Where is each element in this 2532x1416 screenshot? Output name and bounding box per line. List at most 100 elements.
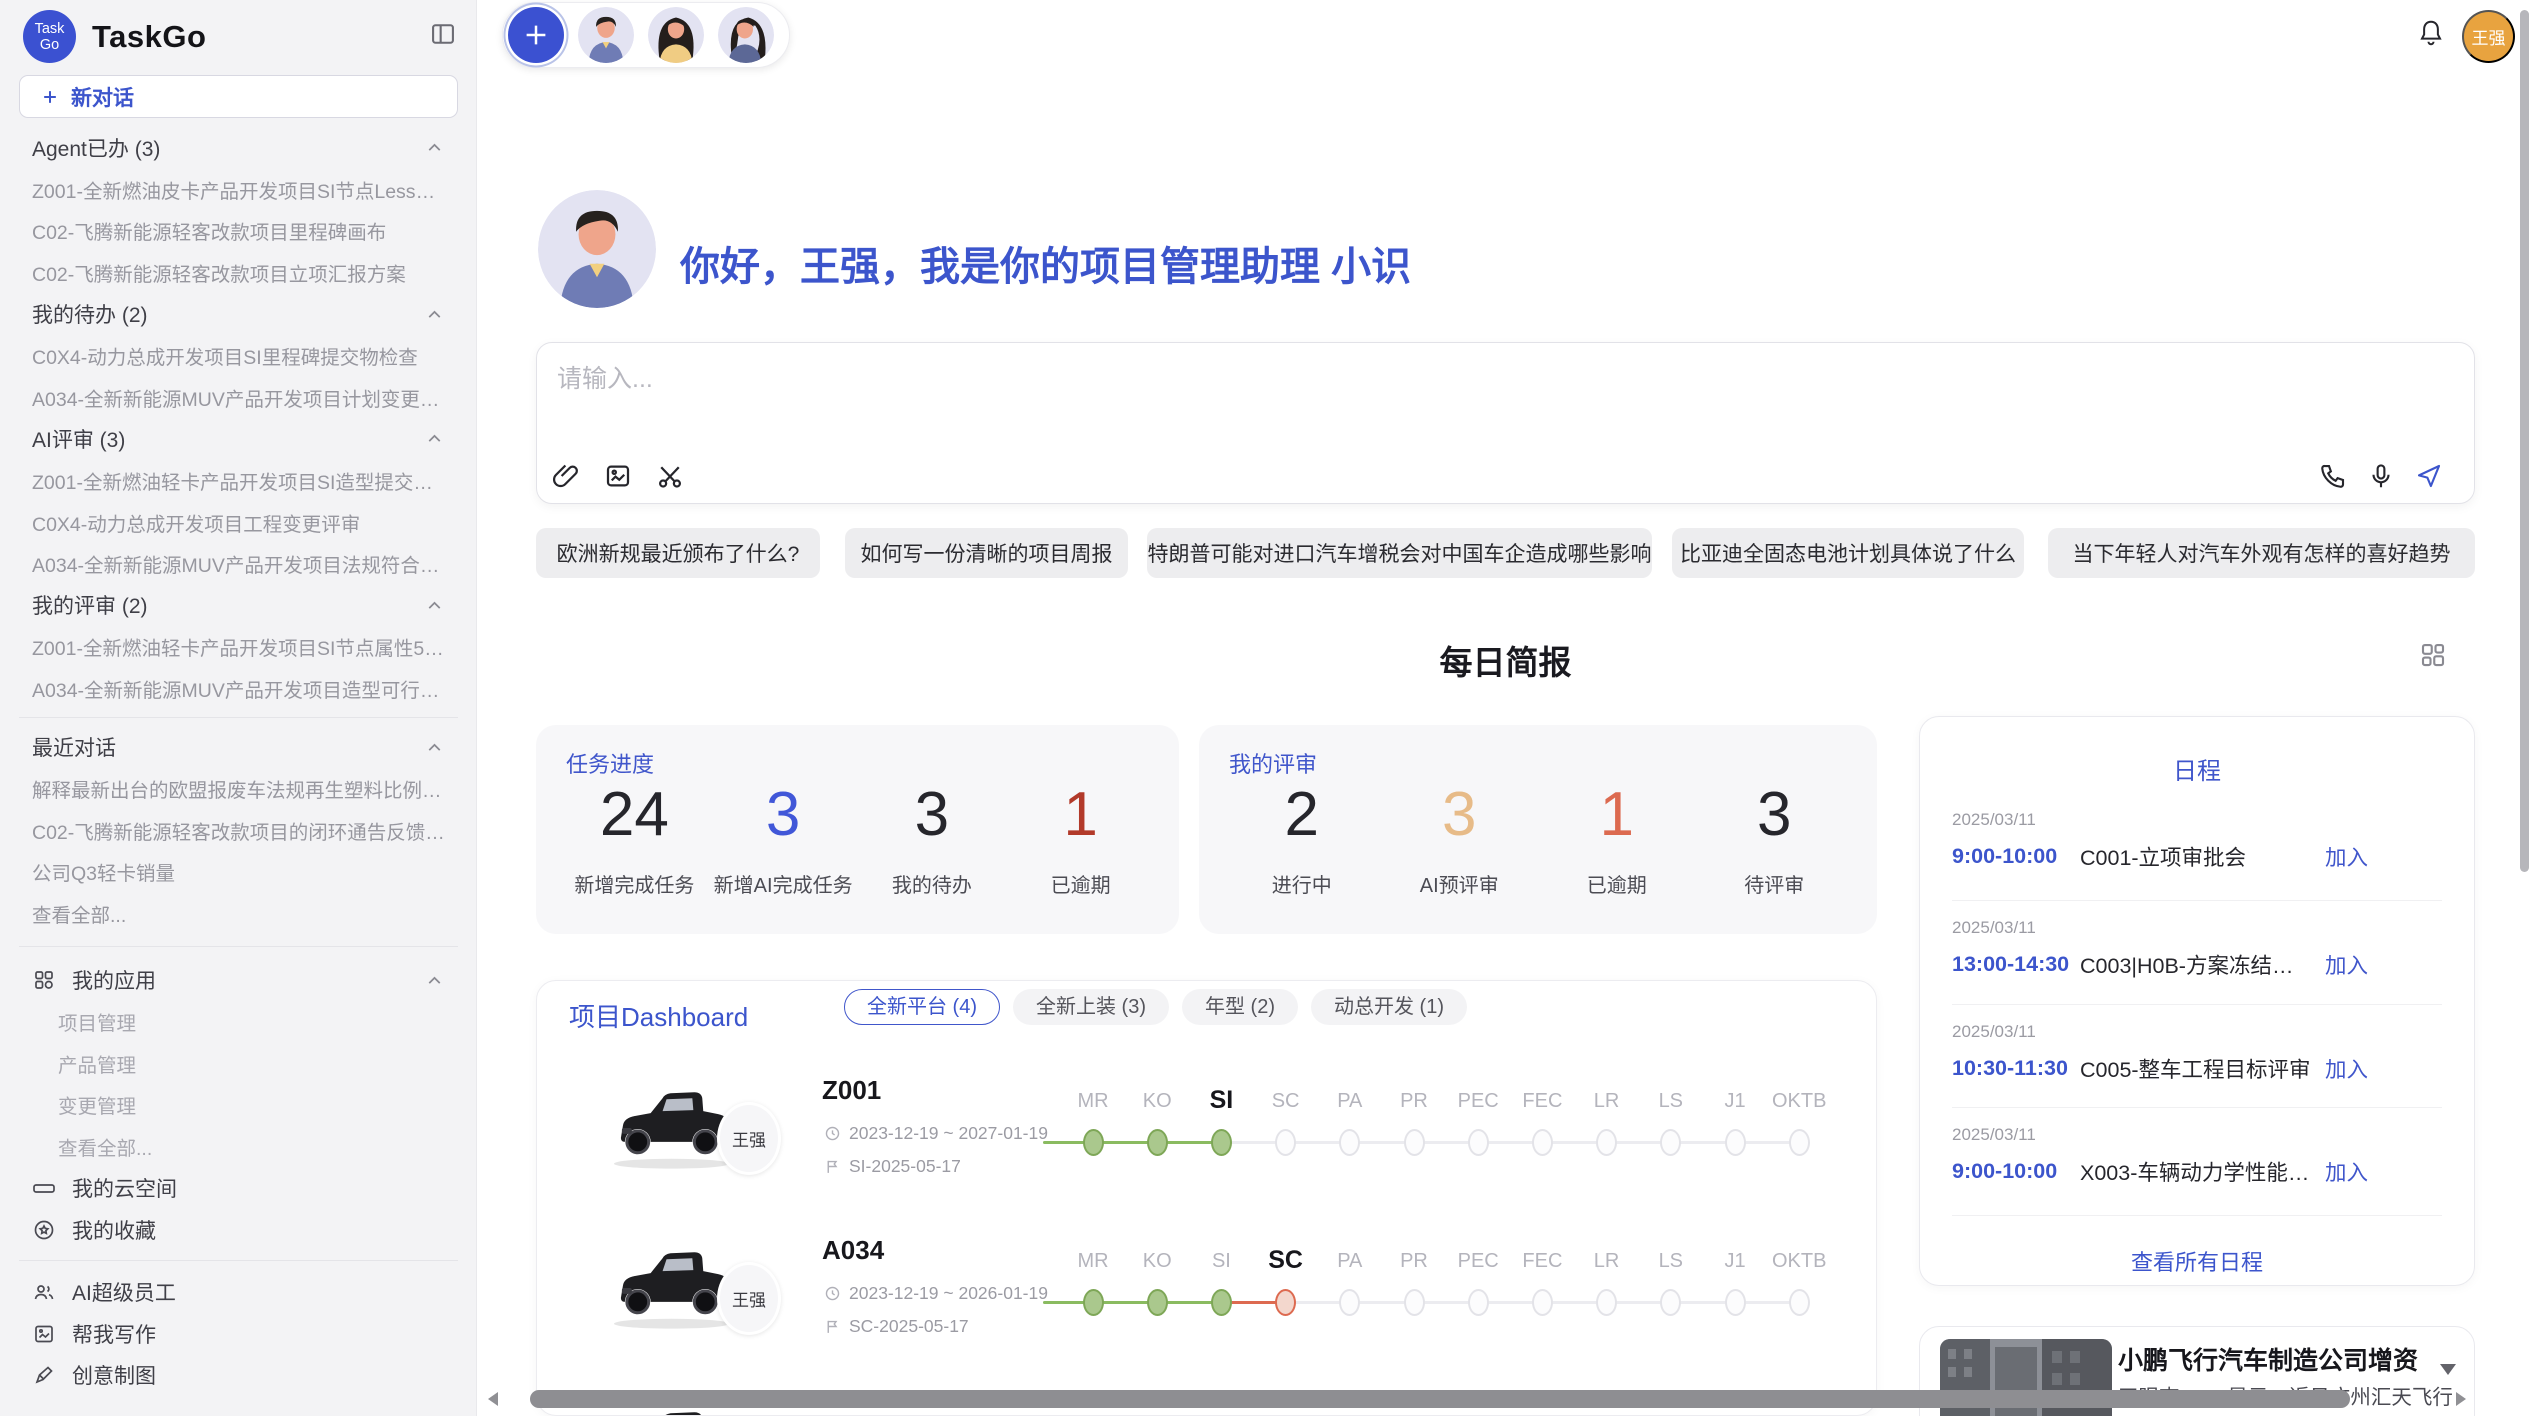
recent-chat-item[interactable]: C02-飞腾新能源轻客改款项目的闭环通告反馈情况 xyxy=(0,810,477,852)
milestone-node[interactable] xyxy=(1404,1129,1425,1156)
milestone-node[interactable] xyxy=(1211,1289,1232,1316)
my-apps-header[interactable]: 我的应用 xyxy=(0,959,477,1001)
milestone-node[interactable] xyxy=(1339,1289,1360,1316)
sidebar-item[interactable]: Z001-全新燃油皮卡产品开发项目SI节点Lesson Learn报告 xyxy=(0,169,477,211)
horizontal-scrollbar[interactable] xyxy=(530,1390,2350,1408)
milestone-node[interactable] xyxy=(1275,1129,1296,1156)
sidebar-item[interactable]: C0X4-动力总成开发项目工程变更评审 xyxy=(0,501,477,543)
recent-view-all-link[interactable]: 查看全部... xyxy=(0,893,477,935)
news-title: 小鹏飞行汽车制造公司增资 xyxy=(2118,1341,2458,1377)
milestone-node[interactable] xyxy=(1532,1129,1553,1156)
sidebar-item[interactable]: C02-飞腾新能源轻客改款项目里程碑画布 xyxy=(0,210,477,252)
add-member-button[interactable] xyxy=(508,7,564,63)
scroll-right-arrow-icon[interactable] xyxy=(2456,1392,2466,1406)
briefing-layout-grid-icon[interactable] xyxy=(2418,640,2448,670)
milestone-node[interactable] xyxy=(1660,1289,1681,1316)
recent-chat-item[interactable]: 解释最新出台的欧盟报废车法规再生塑料比例被调至15%... xyxy=(0,768,477,810)
sidebar-tool-writing-icon[interactable]: 帮我写作 xyxy=(0,1313,477,1355)
sidebar-tool-drawing-icon[interactable]: 创意制图 xyxy=(0,1355,477,1397)
scroll-down-arrow-icon[interactable] xyxy=(2440,1364,2456,1375)
drawing-icon xyxy=(32,1363,56,1387)
milestone-node[interactable] xyxy=(1532,1289,1553,1316)
stat-value: 3 xyxy=(1757,777,1791,853)
stat-block: 3新增AI完成任务 xyxy=(709,777,858,934)
member-avatar[interactable] xyxy=(648,7,704,63)
scroll-left-arrow-icon[interactable] xyxy=(488,1392,498,1406)
milestone-node[interactable] xyxy=(1596,1289,1617,1316)
schedule-event-title: X003-车辆动力学性能验... xyxy=(2080,1156,2313,1187)
sidebar-tool-ai-staff-icon[interactable]: AI超级员工 xyxy=(0,1271,477,1313)
app-item[interactable]: 产品管理 xyxy=(0,1042,477,1084)
sidebar-item[interactable]: C0X4-动力总成开发项目SI里程碑提交物检查 xyxy=(0,335,477,377)
schedule-event-title: C005-整车工程目标评审 xyxy=(2080,1053,2313,1084)
sidebar-section-header[interactable]: 我的评审 (2) xyxy=(0,585,477,627)
sidebar-link-cloud-space-icon[interactable]: 我的云空间 xyxy=(0,1167,477,1209)
milestone-node[interactable] xyxy=(1596,1129,1617,1156)
sidebar-section-header[interactable]: AI评审 (3) xyxy=(0,418,477,460)
microphone-icon[interactable] xyxy=(2366,461,2396,491)
view-all-schedule-link[interactable]: 查看所有日程 xyxy=(1920,1245,2474,1277)
sidebar-item[interactable]: C02-飞腾新能源轻客改款项目立项汇报方案 xyxy=(0,252,477,294)
milestone-node[interactable] xyxy=(1468,1129,1489,1156)
app-item[interactable]: 变更管理 xyxy=(0,1084,477,1126)
member-avatar[interactable] xyxy=(578,7,634,63)
milestone-node[interactable] xyxy=(1083,1289,1104,1316)
stat-label: 新增AI完成任务 xyxy=(714,869,853,898)
suggestion-chip[interactable]: 欧洲新规最近颁布了什么? xyxy=(536,528,820,578)
notifications-bell-icon[interactable] xyxy=(2416,18,2446,48)
join-meeting-link[interactable]: 加入 xyxy=(2325,949,2368,980)
voice-call-icon[interactable] xyxy=(2318,461,2348,491)
sidebar-item[interactable]: A034-全新新能源MUV产品开发项目法规符合性评审 xyxy=(0,543,477,585)
milestone-node[interactable] xyxy=(1211,1129,1232,1156)
join-meeting-link[interactable]: 加入 xyxy=(2325,1156,2368,1187)
image-upload-icon[interactable] xyxy=(603,461,633,491)
app-item-label: 产品管理 xyxy=(58,1049,136,1078)
milestone-node[interactable] xyxy=(1660,1129,1681,1156)
suggestion-chip[interactable]: 如何写一份清晰的项目周报 xyxy=(845,528,1128,578)
dashboard-tab[interactable]: 动总开发 (1) xyxy=(1311,989,1467,1025)
user-avatar[interactable]: 王强 xyxy=(2462,10,2515,63)
milestone-node[interactable] xyxy=(1147,1289,1168,1316)
milestone-node[interactable] xyxy=(1339,1129,1360,1156)
chevron-up-icon xyxy=(424,970,445,991)
vertical-scrollbar[interactable] xyxy=(2520,10,2529,872)
milestone-node[interactable] xyxy=(1789,1289,1810,1316)
milestone-node[interactable] xyxy=(1725,1289,1746,1316)
sidebar-toggle-icon[interactable] xyxy=(428,20,458,48)
dashboard-tab[interactable]: 全新上装 (3) xyxy=(1013,989,1169,1025)
milestone-node[interactable] xyxy=(1468,1289,1489,1316)
milestone-node[interactable] xyxy=(1725,1129,1746,1156)
milestone-node[interactable] xyxy=(1083,1129,1104,1156)
milestone-node[interactable] xyxy=(1275,1289,1296,1316)
dashboard-tab[interactable]: 全新平台 (4) xyxy=(844,989,1000,1025)
member-avatar[interactable] xyxy=(718,7,774,63)
suggestion-chip[interactable]: 特朗普可能对进口汽车增税会对中国车企造成哪些影响 xyxy=(1147,528,1652,578)
app-item[interactable]: 项目管理 xyxy=(0,1001,477,1043)
attachment-icon[interactable] xyxy=(551,461,581,491)
sidebar-section-header[interactable]: Agent已办 (3) xyxy=(0,127,477,169)
join-meeting-link[interactable]: 加入 xyxy=(2325,841,2368,872)
sidebar-item[interactable]: Z001-全新燃油轻卡产品开发项目SI造型提交物评审 xyxy=(0,460,477,502)
suggestion-chip[interactable]: 比亚迪全固态电池计划具体说了什么 xyxy=(1672,528,2024,578)
milestone-label: OKTB xyxy=(1754,1090,1844,1113)
dashboard-tabs: 全新平台 (4) 全新上装 (3) 年型 (2) 动总开发 (1) xyxy=(844,989,1467,1025)
sidebar-item[interactable]: A034-全新新能源MUV产品开发项目造型可行性评审 xyxy=(0,668,477,710)
suggestion-chip[interactable]: 当下年轻人对汽车外观有怎样的喜好趋势 xyxy=(2048,528,2475,578)
recent-chat-item[interactable]: 公司Q3轻卡销量 xyxy=(0,851,477,893)
sidebar-section-header[interactable]: 我的待办 (2) xyxy=(0,293,477,335)
new-chat-button[interactable]: 新对话 xyxy=(19,75,458,118)
stat-card-title: 任务进度 xyxy=(566,747,654,779)
milestone-node[interactable] xyxy=(1147,1129,1168,1156)
sidebar-link-favorites-icon[interactable]: 我的收藏 xyxy=(0,1209,477,1251)
apps-view-all-link[interactable]: 查看全部... xyxy=(0,1126,477,1168)
milestone-node[interactable] xyxy=(1789,1129,1810,1156)
milestone-node[interactable] xyxy=(1404,1289,1425,1316)
send-icon[interactable] xyxy=(2414,461,2444,491)
recent-chats-header[interactable]: 最近对话 xyxy=(0,726,477,768)
join-meeting-link[interactable]: 加入 xyxy=(2325,1053,2368,1084)
dashboard-tab[interactable]: 年型 (2) xyxy=(1182,989,1298,1025)
sidebar-item[interactable]: Z001-全新燃油轻卡产品开发项目SI节点属性5D文件评审 xyxy=(0,626,477,668)
chat-input[interactable] xyxy=(557,359,2157,419)
sidebar-item[interactable]: A034-全新新能源MUV产品开发项目计划变更表编写 xyxy=(0,377,477,419)
screenshot-scissors-icon[interactable] xyxy=(655,461,685,491)
